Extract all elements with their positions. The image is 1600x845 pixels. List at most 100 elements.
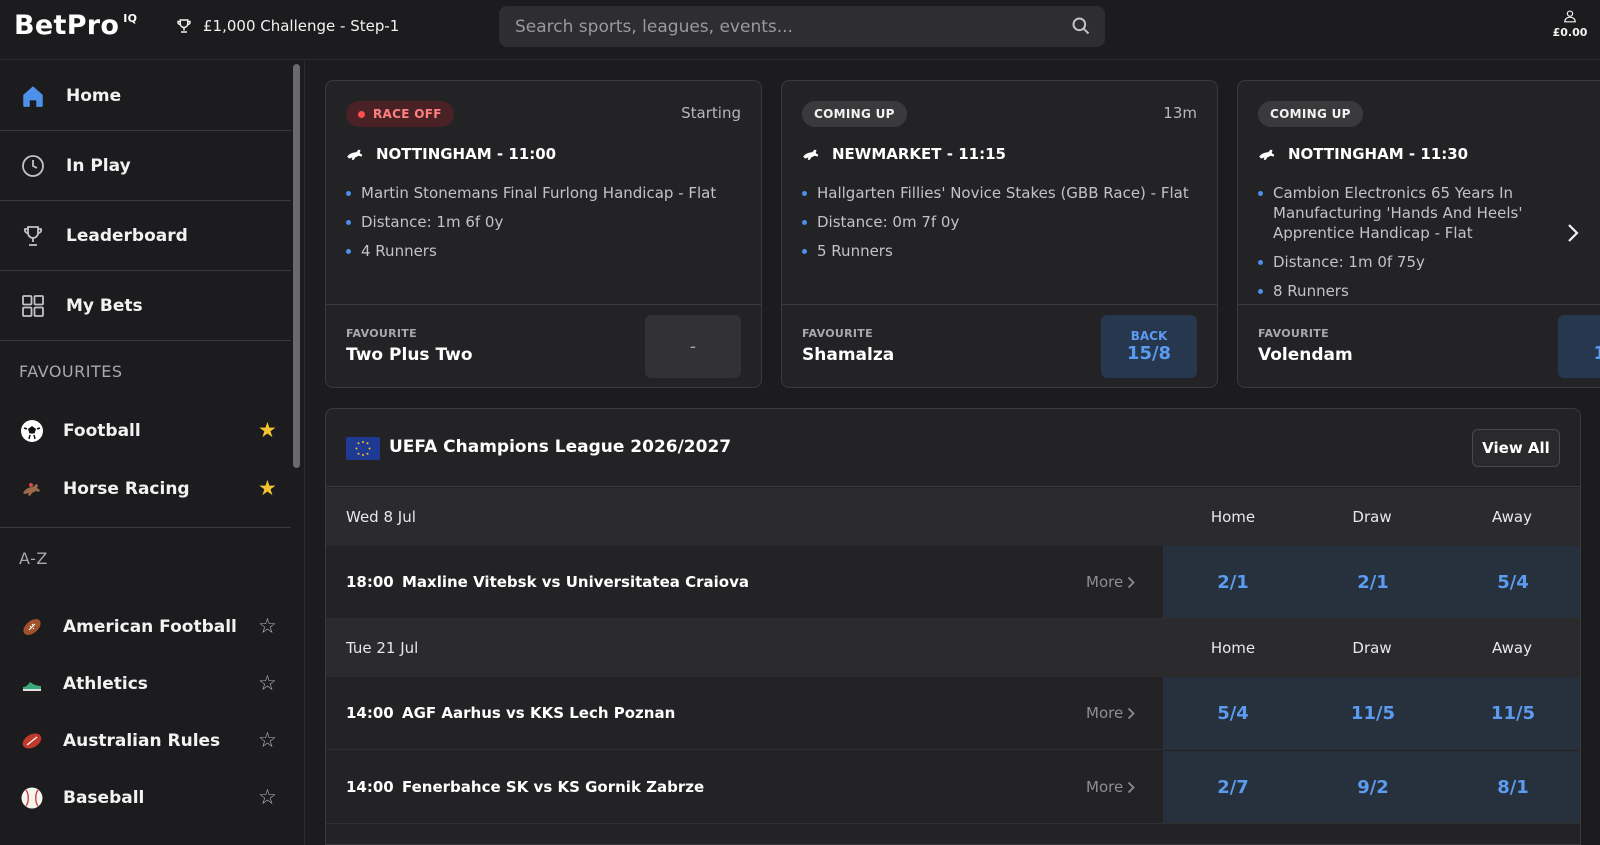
more-link[interactable]: More — [1086, 778, 1135, 796]
star-filled-icon[interactable]: ★ — [258, 420, 277, 441]
match-time: 18:00 — [346, 573, 394, 591]
race-distance: Distance: 1m 6f 0y — [346, 212, 756, 232]
favourites-heading: FAVOURITES — [19, 362, 123, 381]
sidebar-item-label: Home — [66, 85, 122, 106]
star-outline-icon[interactable]: ☆ — [258, 673, 277, 694]
athletics-icon — [19, 671, 45, 697]
sidebar-item-home[interactable]: Home — [0, 61, 291, 131]
sidebar-divider — [0, 527, 291, 528]
horse-racing-icon — [19, 476, 45, 502]
race-venue: NOTTINGHAM - 11:30 — [1258, 145, 1468, 163]
home-icon — [20, 83, 46, 109]
star-outline-icon[interactable]: ☆ — [258, 787, 277, 808]
more-link[interactable]: More — [1086, 573, 1135, 591]
sidebar-scrollbar[interactable] — [293, 64, 300, 468]
sidebar-item-label: American Football — [63, 617, 237, 637]
odds-draw-button[interactable]: 2/1 — [1303, 546, 1443, 618]
favourite-label: FAVOURITE — [346, 327, 417, 340]
race-card[interactable]: COMING UP NOTTINGHAM - 11:30 Cambion Ele… — [1237, 80, 1600, 388]
race-name: Cambion Electronics 65 Years In Manufact… — [1258, 183, 1598, 243]
challenge-label: £1,000 Challenge - Step-1 — [203, 17, 400, 35]
sidebar-item-in-play[interactable]: In Play — [0, 131, 291, 201]
star-outline-icon[interactable]: ☆ — [258, 730, 277, 751]
more-link[interactable]: More — [1086, 704, 1135, 722]
challenge-selector[interactable]: £1,000 Challenge - Step-1 — [175, 17, 399, 35]
sidebar-item-my-bets[interactable]: My Bets — [0, 271, 291, 341]
race-distance: Distance: 0m 7f 0y — [802, 212, 1212, 232]
sidebar-item-athletics[interactable]: Athletics ☆ — [0, 655, 291, 713]
race-name: Martin Stonemans Final Furlong Handicap … — [346, 183, 756, 203]
match-teams[interactable]: AGF Aarhus vs KKS Lech Poznan — [402, 704, 675, 722]
match-row[interactable]: 18:00 Maxline Vitebsk vs Universitatea C… — [326, 546, 1580, 619]
sidebar-item-label: In Play — [66, 155, 131, 176]
match-teams[interactable]: Maxline Vitebsk vs Universitatea Craiova — [402, 573, 749, 591]
baseball-icon — [19, 785, 45, 811]
horse-racing-icon — [803, 149, 819, 161]
odds-button[interactable]: - — [645, 315, 741, 378]
odds-away-button[interactable]: 8/1 — [1443, 751, 1580, 823]
race-venue: NOTTINGHAM - 11:00 — [346, 145, 556, 163]
match-row[interactable]: 14:00 Fenerbahce SK vs KS Gornik Zabrze … — [326, 751, 1580, 824]
back-odds-button[interactable]: B 13 — [1558, 315, 1600, 378]
sidebar-item-label: Horse Racing — [63, 479, 190, 499]
column-draw: Draw — [1352, 639, 1392, 657]
race-card[interactable]: COMING UP 13m NEWMARKET - 11:15 Hallgart… — [781, 80, 1218, 388]
race-details: Cambion Electronics 65 Years In Manufact… — [1258, 183, 1598, 310]
column-home: Home — [1210, 508, 1256, 526]
race-runners: 5 Runners — [802, 241, 1212, 261]
match-time: 14:00 — [346, 778, 394, 796]
favourite-label: FAVOURITE — [1258, 327, 1329, 340]
odds-draw-button[interactable]: 9/2 — [1303, 751, 1443, 823]
star-outline-icon[interactable]: ☆ — [258, 616, 277, 637]
sidebar-item-leaderboard[interactable]: Leaderboard — [0, 201, 291, 271]
odds-draw-button[interactable]: 11/5 — [1303, 677, 1443, 749]
match-date: Tue 21 Jul — [346, 639, 419, 657]
sidebar-item-label: Leaderboard — [66, 225, 188, 246]
back-odds-button[interactable]: BACK 15/8 — [1101, 315, 1197, 378]
match-time: 14:00 — [346, 704, 394, 722]
race-favourite: FAVOURITE Shamalza BACK 15/8 — [782, 304, 1217, 387]
chevron-right-icon — [1128, 576, 1135, 588]
logo[interactable]: BetPro IQ — [14, 10, 137, 41]
race-favourite: FAVOURITE Two Plus Two - — [326, 304, 761, 387]
odds-home-button[interactable]: 2/7 — [1163, 751, 1303, 823]
league-header: UEFA Champions League 2026/2027 View All — [326, 409, 1580, 487]
star-filled-icon[interactable]: ★ — [258, 478, 277, 499]
match-row[interactable]: 14:00 AGF Aarhus vs KKS Lech Poznan More… — [326, 677, 1580, 750]
search-input[interactable] — [499, 6, 1105, 47]
race-runners: 4 Runners — [346, 241, 756, 261]
sidebar-item-label: My Bets — [66, 295, 143, 316]
sidebar-item-label: Baseball — [63, 788, 145, 808]
date-row: Tue 21 Jul Home Draw Away — [326, 619, 1580, 677]
football-icon — [19, 418, 45, 444]
race-details: Martin Stonemans Final Furlong Handicap … — [346, 183, 756, 270]
sidebar-item-horse-racing[interactable]: Horse Racing ★ — [0, 460, 291, 518]
sidebar: Home In Play Leaderboard My Bets FAVOURI… — [0, 61, 305, 845]
race-status: 13m — [1163, 104, 1197, 122]
column-draw: Draw — [1352, 508, 1392, 526]
live-dot-icon — [358, 110, 365, 118]
odds-away-button[interactable]: 5/4 — [1443, 546, 1580, 618]
account-button[interactable]: £0.00 — [1548, 8, 1592, 39]
race-venue: NEWMARKET - 11:15 — [802, 145, 1006, 163]
race-status: Starting — [681, 104, 741, 122]
odds-away-button[interactable]: 11/5 — [1443, 677, 1580, 749]
sidebar-item-australian-rules[interactable]: Australian Rules ☆ — [0, 712, 291, 770]
chevron-right-icon[interactable] — [1566, 222, 1580, 244]
sidebar-item-american-football[interactable]: American Football ☆ — [0, 598, 291, 656]
sidebar-item-baseball[interactable]: Baseball ☆ — [0, 769, 291, 827]
search-icon[interactable] — [1071, 16, 1091, 36]
sidebar-item-football[interactable]: Football ★ — [0, 402, 291, 460]
account-balance: £0.00 — [1552, 26, 1588, 39]
status-badge: COMING UP — [802, 101, 907, 127]
view-all-button[interactable]: View All — [1472, 429, 1560, 467]
column-away: Away — [1492, 508, 1532, 526]
odds-home-button[interactable]: 5/4 — [1163, 677, 1303, 749]
status-badge: RACE OFF — [346, 101, 454, 127]
chevron-right-icon — [1128, 781, 1135, 793]
odds-home-button[interactable]: 2/1 — [1163, 546, 1303, 618]
match-teams[interactable]: Fenerbahce SK vs KS Gornik Zabrze — [402, 778, 704, 796]
race-card[interactable]: RACE OFF Starting NOTTINGHAM - 11:00 Mar… — [325, 80, 762, 388]
race-details: Hallgarten Fillies' Novice Stakes (GBB R… — [802, 183, 1212, 270]
race-name: Hallgarten Fillies' Novice Stakes (GBB R… — [802, 183, 1212, 203]
